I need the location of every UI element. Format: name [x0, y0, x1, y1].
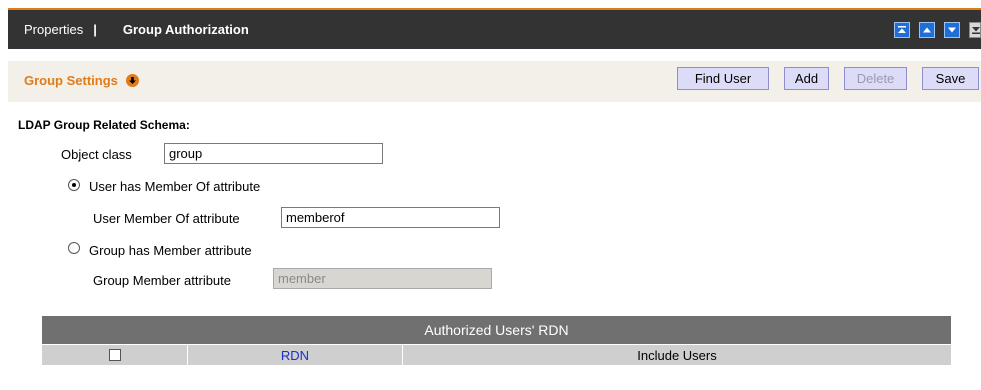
column-include-users: Include Users — [637, 347, 717, 363]
page-title: Group Authorization — [122, 22, 249, 37]
radio-user-member-of[interactable] — [68, 179, 80, 191]
column-rdn[interactable]: RDN — [188, 345, 403, 365]
down-arrow-icon[interactable] — [125, 74, 139, 87]
object-class-input[interactable]: group — [164, 143, 383, 164]
find-user-button[interactable]: Find User — [677, 67, 769, 90]
move-up-icon[interactable] — [919, 22, 935, 38]
settings-toolbar: Group Settings Find User Add Delete Save — [8, 61, 981, 102]
save-button[interactable]: Save — [922, 67, 979, 90]
section-title: LDAP Group Related Schema: — [18, 118, 190, 132]
select-all-checkbox[interactable] — [108, 349, 121, 361]
user-member-of-label: User Member Of attribute — [93, 211, 240, 226]
group-member-label: Group Member attribute — [93, 273, 232, 288]
group-settings-toggle[interactable]: Group Settings — [24, 73, 139, 88]
nav-icons — [894, 22, 981, 38]
group-member-input: member — [273, 268, 492, 289]
object-class-label: Object class — [61, 147, 132, 162]
authorized-users-grid: Authorized Users' RDN RDN Include Users — [42, 316, 951, 365]
breadcrumb-properties[interactable]: Properties — [24, 22, 83, 37]
add-button[interactable]: Add — [784, 67, 829, 90]
move-down-icon[interactable] — [944, 22, 960, 38]
radio-group-member-label: Group has Member attribute — [89, 243, 252, 258]
move-bottom-icon[interactable] — [969, 22, 981, 38]
breadcrumb-separator: | — [93, 22, 97, 37]
delete-button[interactable]: Delete — [844, 67, 907, 90]
grid-header-row: RDN Include Users — [42, 344, 951, 365]
select-all-cell — [42, 345, 188, 365]
radio-group-member[interactable] — [68, 242, 80, 254]
radio-user-member-of-label: User has Member Of attribute — [89, 179, 261, 194]
grid-title: Authorized Users' RDN — [42, 316, 951, 344]
user-member-of-input[interactable]: memberof — [281, 207, 500, 228]
group-settings-title: Group Settings — [24, 73, 118, 88]
header-bar: Properties | Group Authorization — [8, 8, 981, 49]
move-top-icon[interactable] — [894, 22, 910, 38]
